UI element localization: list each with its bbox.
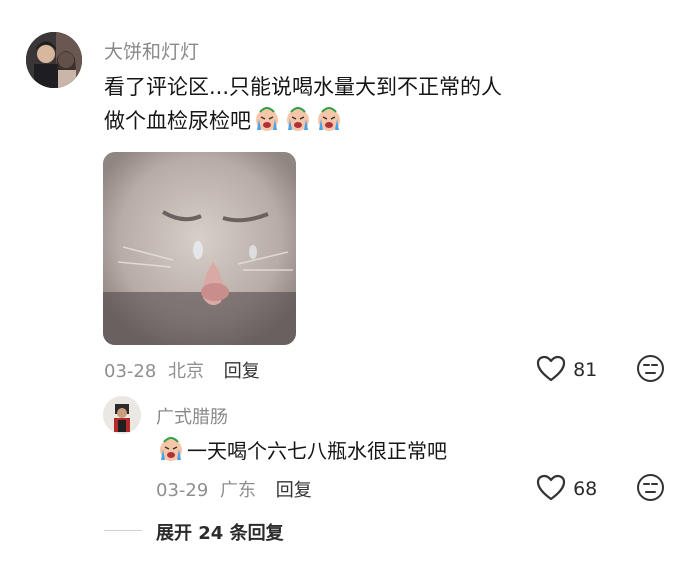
- reply-reply-button[interactable]: 回复: [276, 480, 312, 501]
- comment-date: 03-28: [104, 361, 157, 382]
- comment-location: 北京: [168, 361, 205, 382]
- heart-icon: [536, 474, 566, 505]
- heart-icon: [536, 355, 566, 386]
- reply-meta: 03-29 广东 回复: [156, 476, 312, 502]
- crying-face-icon: [283, 106, 313, 132]
- reply-like-button[interactable]: 68: [536, 474, 597, 505]
- reply-dislike-button[interactable]: [636, 473, 665, 506]
- reply-location: 广东: [220, 480, 257, 501]
- unamused-face-icon: [636, 355, 665, 387]
- replier-avatar[interactable]: [103, 396, 141, 434]
- reply-like-count: 68: [573, 478, 598, 500]
- expand-divider: [104, 530, 142, 531]
- comment-meta: 03-28 北京 回复: [104, 357, 260, 383]
- comment-dislike-button[interactable]: [636, 354, 665, 387]
- commenter-username[interactable]: 大饼和灯灯: [104, 37, 199, 64]
- comment-text-line1: 看了评论区...只能说喝水量大到不正常的人: [104, 75, 503, 99]
- reply-text-wrap: 一天喝个六七八瓶水很正常吧: [156, 434, 447, 468]
- unamused-face-icon: [636, 474, 665, 506]
- expand-replies-button[interactable]: 展开 24 条回复: [156, 519, 284, 545]
- comment-text-line2-wrap: 做个血检尿检吧: [104, 104, 502, 138]
- crying-face-icon: [314, 106, 344, 132]
- reply-date: 03-29: [156, 480, 209, 501]
- reply-text: 一天喝个六七八瓶水很正常吧: [187, 439, 447, 463]
- crying-face-icon: [156, 436, 186, 462]
- comment-reply-button[interactable]: 回复: [224, 361, 260, 382]
- comment-like-button[interactable]: 81: [536, 355, 597, 386]
- comment-text: 看了评论区...只能说喝水量大到不正常的人 做个血检尿检吧: [104, 70, 502, 138]
- comment-image-crying-cat[interactable]: [103, 152, 296, 345]
- replier-username[interactable]: 广式腊肠: [156, 403, 228, 429]
- comment-like-count: 81: [573, 359, 598, 381]
- commenter-avatar[interactable]: [26, 32, 82, 88]
- comment-text-line2: 做个血检尿检吧: [104, 109, 251, 133]
- crying-face-icon: [252, 106, 282, 132]
